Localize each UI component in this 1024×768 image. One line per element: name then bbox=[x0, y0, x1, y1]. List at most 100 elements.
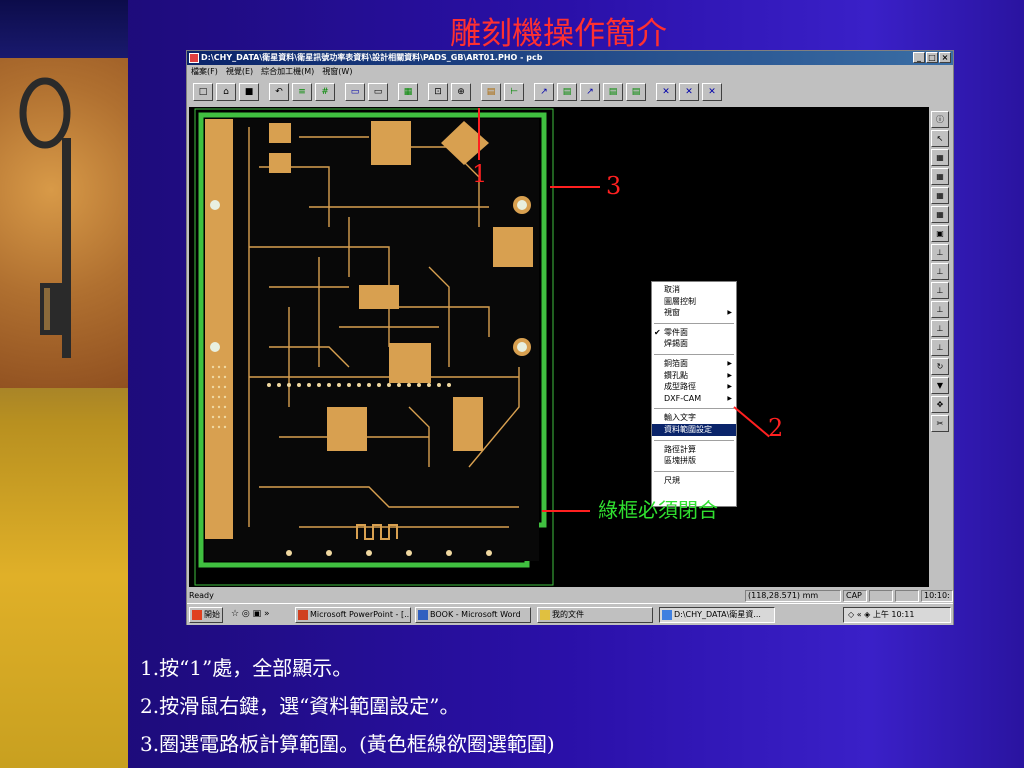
tool5-icon[interactable]: ⊥ bbox=[931, 320, 949, 337]
menu-item-layer-control[interactable]: 圖層控制 bbox=[652, 296, 736, 308]
annotation-arrow-3 bbox=[550, 186, 600, 188]
menu-item-input-text[interactable]: 輸入文字 bbox=[652, 412, 736, 424]
menu-view[interactable]: 視覺(E) bbox=[226, 65, 253, 79]
menu-item-window[interactable]: 視窗 ▶ bbox=[652, 307, 736, 319]
pattern2-icon[interactable]: ▦ bbox=[931, 168, 949, 185]
note-step-1: 1.按“1”處，全部顯示。 bbox=[140, 656, 353, 680]
save-icon[interactable]: ■ bbox=[239, 83, 259, 101]
menu-item-ruler[interactable]: 尺規 bbox=[652, 475, 736, 487]
menu-machine[interactable]: 綜合加工機(M) bbox=[261, 65, 314, 79]
menu-item-panelize[interactable]: 區塊拼版 bbox=[652, 455, 736, 467]
tool4-icon[interactable]: ⊥ bbox=[931, 301, 949, 318]
annotation-label-2: 2 bbox=[768, 414, 784, 442]
menu-item-solder-side[interactable]: 焊錫面 bbox=[652, 338, 736, 350]
info-icon[interactable]: ⓘ bbox=[931, 111, 949, 128]
zoom-all-icon[interactable]: ⊕ bbox=[451, 83, 471, 101]
data-icon[interactable]: ▤ bbox=[481, 83, 501, 101]
window-titlebar[interactable]: D:\CHY_DATA\衛星資料\衛星訊號功率表資料\設計相關資料\PADS_G… bbox=[187, 51, 953, 65]
annotation-arrow-green bbox=[542, 510, 590, 512]
cut-icon[interactable]: ✂ bbox=[931, 415, 949, 432]
route4-icon[interactable]: ▤ bbox=[603, 83, 623, 101]
menu-item-drill-points[interactable]: 鑽孔點 ▶ bbox=[652, 370, 736, 382]
drill2-icon[interactable]: ✕ bbox=[679, 83, 699, 101]
context-menu: 取消 圖層控制 視窗 ▶ ✔ 零件面 焊錫面 銅箔面 ▶ 鑽孔點 ▶ 成型路徑 ▶ DXF… bbox=[651, 281, 737, 507]
menu-item-dxf-cam[interactable]: DXF-CAM ▶ bbox=[652, 393, 736, 405]
menu-separator bbox=[654, 436, 734, 441]
quicklaunch-icons[interactable]: ☆ ◎ ▣ » bbox=[231, 609, 270, 619]
task-word[interactable]: BOOK - Microsoft Word bbox=[415, 607, 531, 623]
grid-icon[interactable]: # bbox=[315, 83, 335, 101]
pin-icon[interactable]: ▼ bbox=[931, 377, 949, 394]
menu-separator bbox=[654, 319, 734, 324]
note-step-3: 3.圈選電路板計算範圍。(黃色框線欲圈選範圍) bbox=[140, 732, 555, 756]
move-icon[interactable]: ✥ bbox=[931, 396, 949, 413]
route2-icon[interactable]: ▤ bbox=[557, 83, 577, 101]
menu-item-copper[interactable]: 銅箔面 ▶ bbox=[652, 358, 736, 370]
menubar: 檔案(F) 視覺(E) 綜合加工機(M) 視窗(W) bbox=[187, 65, 953, 79]
drill1-icon[interactable]: ✕ bbox=[656, 83, 676, 101]
pcb-board-drawing bbox=[194, 108, 554, 586]
right-toolbar: ⓘ ↖ ▦ ▦ ▦ ▦ ▣ ⊥ ⊥ ⊥ ⊥ ⊥ ⊥ ↻ ▼ ✥ ✂ bbox=[929, 107, 951, 587]
pattern4-icon[interactable]: ▦ bbox=[931, 206, 949, 223]
maximize-button[interactable]: □ bbox=[926, 52, 938, 63]
layer-icon[interactable]: ≡ bbox=[292, 83, 312, 101]
frame-icon[interactable]: ▭ bbox=[368, 83, 388, 101]
pointer-icon[interactable]: ↖ bbox=[931, 130, 949, 147]
menu-window[interactable]: 視窗(W) bbox=[322, 65, 352, 79]
tool1-icon[interactable]: ⊥ bbox=[931, 244, 949, 261]
drill3-icon[interactable]: ✕ bbox=[702, 83, 722, 101]
menu-item-data-range[interactable]: 資料範圍設定 bbox=[652, 423, 736, 436]
undo-icon[interactable]: ↶ bbox=[269, 83, 289, 101]
measure-icon[interactable]: ⊢ bbox=[504, 83, 524, 101]
open-icon[interactable]: ⌂ bbox=[216, 83, 236, 101]
route3-icon[interactable]: ↗ bbox=[580, 83, 600, 101]
menu-item-component-side[interactable]: ✔ 零件面 bbox=[652, 327, 736, 339]
status-coords: (118,28.571) mm bbox=[745, 590, 841, 602]
annotation-green-frame-note: 綠框必須閉合 bbox=[598, 498, 718, 522]
submenu-arrow-icon: ▶ bbox=[727, 359, 732, 367]
annotation-arrow-1 bbox=[478, 108, 480, 160]
submenu-arrow-icon: ▶ bbox=[727, 383, 732, 391]
windows-logo-icon bbox=[192, 610, 202, 620]
slide-title: 雕刻機操作簡介 bbox=[450, 16, 667, 52]
pattern1-icon[interactable]: ▦ bbox=[931, 149, 949, 166]
pcb-canvas[interactable]: 取消 圖層控制 視窗 ▶ ✔ 零件面 焊錫面 銅箔面 ▶ 鑽孔點 ▶ 成型路徑 ▶ DXF… bbox=[189, 107, 929, 587]
status-num bbox=[869, 590, 893, 602]
close-button[interactable]: × bbox=[939, 52, 951, 63]
rotate-icon[interactable]: ↻ bbox=[931, 358, 949, 375]
minimize-button[interactable]: _ bbox=[913, 52, 925, 63]
menu-separator bbox=[654, 467, 734, 472]
menu-item-path-calc[interactable]: 路徑計算 bbox=[652, 444, 736, 456]
select-icon[interactable]: ▭ bbox=[345, 83, 365, 101]
task-powerpoint[interactable]: Microsoft PowerPoint - [... bbox=[295, 607, 411, 623]
submenu-arrow-icon: ▶ bbox=[727, 371, 732, 379]
pcb-app-window: D:\CHY_DATA\衛星資料\衛星訊號功率表資料\設計相關資料\PADS_G… bbox=[186, 50, 954, 625]
submenu-arrow-icon: ▶ bbox=[727, 309, 732, 317]
fill-icon[interactable]: ▦ bbox=[398, 83, 418, 101]
tray-icons[interactable]: ◇ « ◈ bbox=[848, 610, 873, 619]
new-icon[interactable]: □ bbox=[193, 83, 213, 101]
check-icon: ✔ bbox=[654, 327, 661, 337]
windows-taskbar: 開始 ☆ ◎ ▣ » Microsoft PowerPoint - [... B… bbox=[187, 603, 953, 625]
route5-icon[interactable]: ▤ bbox=[626, 83, 646, 101]
image-icon[interactable]: ▣ bbox=[931, 225, 949, 242]
zoom-icon[interactable]: ⊡ bbox=[428, 83, 448, 101]
tool6-icon[interactable]: ⊥ bbox=[931, 339, 949, 356]
pattern3-icon[interactable]: ▦ bbox=[931, 187, 949, 204]
tool3-icon[interactable]: ⊥ bbox=[931, 282, 949, 299]
task-pcb-app[interactable]: D:\CHY_DATA\衛星資... bbox=[659, 607, 775, 623]
annotation-label-1: 1 bbox=[472, 160, 488, 188]
tool2-icon[interactable]: ⊥ bbox=[931, 263, 949, 280]
status-cap: CAP bbox=[843, 590, 867, 602]
note-step-2: 2.按滑鼠右鍵，選“資料範圍設定”。 bbox=[140, 694, 460, 718]
menu-separator bbox=[654, 404, 734, 410]
route1-icon[interactable]: ↗ bbox=[534, 83, 554, 101]
window-title: D:\CHY_DATA\衛星資料\衛星訊號功率表資料\設計相關資料\PADS_G… bbox=[201, 53, 543, 62]
submenu-arrow-icon: ▶ bbox=[727, 394, 732, 402]
menu-item-cancel[interactable]: 取消 bbox=[652, 284, 736, 296]
task-my-documents[interactable]: 我的文件 bbox=[537, 607, 653, 623]
menu-item-outline-path[interactable]: 成型路徑 ▶ bbox=[652, 381, 736, 393]
start-button[interactable]: 開始 bbox=[189, 607, 223, 623]
menu-file[interactable]: 檔案(F) bbox=[191, 65, 218, 79]
antique-key-photo bbox=[0, 58, 128, 388]
